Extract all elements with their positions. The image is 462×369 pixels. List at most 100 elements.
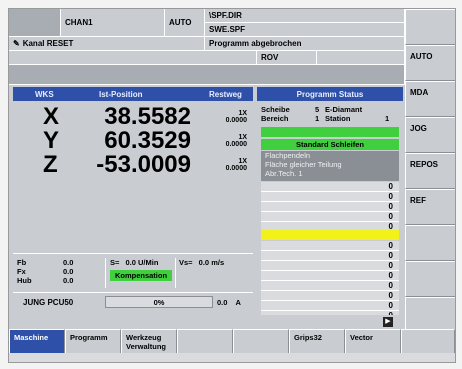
- program-status-window: Programm Status Scheibe 5 E-Diamant Bereic…: [257, 87, 403, 321]
- empty-status-line: [9, 51, 257, 65]
- pcu-label: JUNG PCU50: [23, 298, 74, 307]
- axis-rest-y: 0.0000: [225, 141, 247, 148]
- list-item: 0: [261, 212, 399, 222]
- load-percent: 0%: [153, 298, 165, 307]
- vs-unit: m/s: [211, 258, 225, 267]
- restweg-label: Restweg: [209, 89, 242, 99]
- bereich-number: 1: [315, 114, 320, 123]
- description-line-1: Flachpendeln: [265, 151, 311, 160]
- station-label: Station: [325, 114, 351, 123]
- softkey-programm[interactable]: Programm: [65, 329, 121, 353]
- current-value: 0.0: [217, 298, 228, 307]
- program-path-1: \SPF.DIR: [205, 9, 405, 23]
- softkey-maschine[interactable]: Maschine: [9, 329, 65, 353]
- rov-indicator: ROV: [257, 51, 317, 65]
- divider: [13, 292, 253, 293]
- softkey-mda[interactable]: MDA: [405, 81, 455, 117]
- axis-rest-z: 0.0000: [225, 165, 247, 172]
- etc-arrow-icon[interactable]: ▶: [383, 317, 393, 327]
- softkey-vector[interactable]: Vector: [345, 329, 401, 353]
- bottom-strip: [9, 353, 455, 362]
- softkey-jog[interactable]: JOG: [405, 117, 455, 153]
- spindle-value: 0.0: [125, 258, 136, 267]
- vs-label: Vs=: [179, 258, 193, 267]
- hub-label: Hub: [17, 276, 32, 285]
- reset-icon: ✎: [13, 39, 20, 48]
- feed-values: Fb 0.0 Fx 0.0 Hub 0.0: [17, 258, 101, 288]
- spindle-label: S=: [110, 258, 120, 267]
- vs-block: Vs= 0.0 m/s: [175, 258, 253, 288]
- logo-area: [9, 9, 61, 37]
- softkey-h4[interactable]: [177, 329, 233, 353]
- softkey-v1[interactable]: [405, 9, 455, 45]
- vertical-softkey-bar: AUTO MDA JOG REPOS REF: [405, 9, 455, 331]
- fb-label: Fb: [17, 258, 27, 267]
- position-window: WKS Ist-Position Restweg X 38.5582 1X 0.…: [13, 87, 253, 313]
- softkey-repos[interactable]: REPOS: [405, 153, 455, 189]
- wheel-info: Scheibe 5 E-Diamant Bereich 1 Station 1: [261, 105, 401, 123]
- list-item: 0: [261, 301, 399, 311]
- softkey-h5[interactable]: [233, 329, 289, 353]
- channel-status: ✎ Kanal RESET: [9, 37, 205, 51]
- list-item: 0: [261, 251, 399, 261]
- program-status: Programm abgebrochen: [205, 37, 405, 51]
- value-list-top: 0 0 0 0 0: [261, 182, 399, 232]
- fb-value: 0.0: [63, 258, 74, 267]
- horizontal-softkey-bar: Maschine Programm Werkzeug Verwaltung Gr…: [9, 329, 455, 353]
- station-number: 1: [385, 114, 390, 123]
- softkey-v7[interactable]: [405, 225, 455, 261]
- list-item: 0: [261, 192, 399, 202]
- softkey-auto[interactable]: AUTO: [405, 45, 455, 81]
- empty-status-cell: [317, 51, 405, 65]
- recall-row: ▶: [9, 315, 405, 329]
- current-unit: A: [235, 298, 241, 307]
- status-green-bar: [261, 127, 399, 137]
- program-status-title: Programm Status: [257, 87, 403, 101]
- list-item: 0: [261, 202, 399, 212]
- spindle-block: S= 0.0 U/Min Kompensation: [105, 258, 173, 288]
- list-item: 0: [261, 271, 399, 281]
- scheibe-number: 5: [315, 105, 320, 114]
- axis-name-z: Z: [43, 151, 58, 178]
- list-item: 0: [261, 291, 399, 301]
- fx-value: 0.0: [63, 267, 74, 276]
- channel-label: CHAN1: [61, 9, 165, 37]
- softkey-v9[interactable]: [405, 297, 455, 331]
- list-item: 0: [261, 281, 399, 291]
- description-line-2: Fläche gleicher Teilung: [265, 160, 342, 169]
- softkey-h8[interactable]: [401, 329, 455, 353]
- fx-label: Fx: [17, 267, 26, 276]
- list-item: 0: [261, 241, 399, 251]
- program-description: Flachpendeln Fläche gleicher Teilung Abr…: [261, 151, 399, 181]
- feed-block: Fb 0.0 Fx 0.0 Hub 0.0 S= 0.0 U/Min Kompensa…: [13, 253, 253, 313]
- vs-value: 0.0: [198, 258, 210, 267]
- wks-label: WKS: [35, 89, 54, 99]
- mode-label: AUTO: [165, 9, 205, 37]
- hub-value: 0.0: [63, 276, 74, 285]
- position-header: WKS Ist-Position Restweg: [13, 87, 253, 101]
- description-line-3: Abr.Tech. 1: [265, 169, 303, 178]
- softkey-ref[interactable]: REF: [405, 189, 455, 225]
- bereich-label: Bereich: [261, 114, 289, 123]
- ist-position-label: Ist-Position: [99, 89, 143, 99]
- spindle-unit: U/Min: [138, 258, 159, 267]
- axis-rows: X 38.5582 1X 0.0000 Y 60.3529 1X 0.0000 …: [13, 101, 253, 178]
- softkey-werkzeug-verwaltung[interactable]: Werkzeug Verwaltung: [121, 329, 177, 353]
- alarm-line: [9, 65, 405, 85]
- scheibe-value: E-Diamant: [325, 105, 363, 114]
- current-readout: 0.0 A: [217, 298, 241, 307]
- axis-value-z: -53.0009: [96, 151, 191, 178]
- list-item: 0: [261, 182, 399, 192]
- softkey-grips32[interactable]: Grips32: [289, 329, 345, 353]
- axis-rest-x: 0.0000: [225, 117, 247, 124]
- list-item: 0: [261, 261, 399, 271]
- scheibe-label: Scheibe: [261, 105, 290, 114]
- softkey-v8[interactable]: [405, 261, 455, 297]
- program-path-2: SWE.SPF: [205, 23, 405, 37]
- highlight-yellow-bar: [261, 230, 399, 240]
- value-list-bottom: 0 0 0 0 0 0 0 0: [261, 241, 399, 321]
- hmi-screen: CHAN1 AUTO \SPF.DIR SWE.SPF ✎ Kanal RESE…: [8, 8, 456, 363]
- kompensation-indicator: Kompensation: [110, 270, 172, 281]
- standard-schleifen: Standard Schleifen: [261, 139, 399, 150]
- load-bar: 0%: [105, 296, 213, 308]
